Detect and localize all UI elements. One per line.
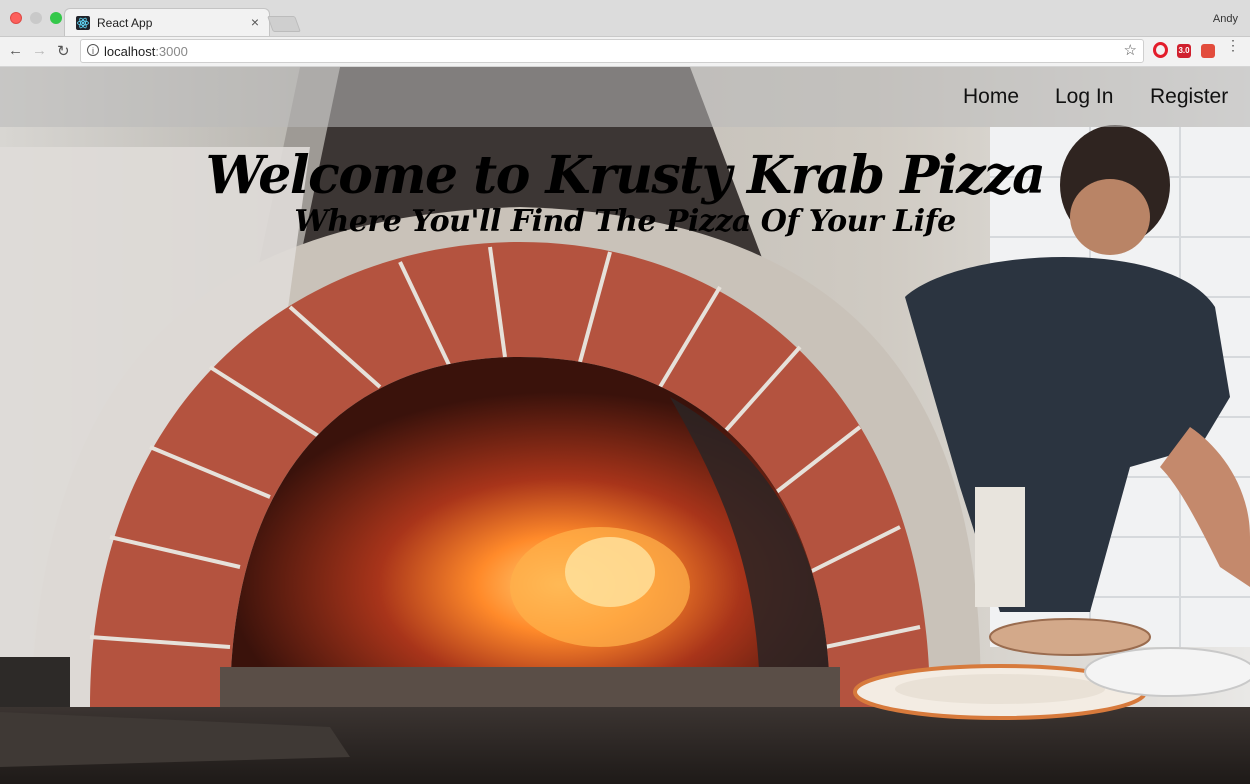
close-window-button[interactable]: [10, 12, 22, 24]
minimize-window-button[interactable]: [30, 12, 42, 24]
url-port: :3000: [155, 44, 188, 59]
profile-name[interactable]: Andy: [1213, 13, 1238, 25]
extension-icon[interactable]: [1201, 44, 1215, 58]
tab-title: React App: [97, 16, 153, 30]
page-subtitle: Where You'll Find The Pizza Of Your Life: [294, 204, 956, 239]
address-bar[interactable]: i localhost:3000 ☆: [80, 39, 1144, 63]
opera-icon[interactable]: [1153, 42, 1168, 58]
url-host: localhost: [104, 44, 156, 59]
url-text: localhost:3000: [104, 44, 188, 59]
react-favicon-icon: [76, 16, 90, 30]
extension-badge-icon[interactable]: 3.0: [1177, 44, 1191, 58]
star-icon[interactable]: ☆: [1124, 41, 1137, 59]
page-content: Home Log In Register Welcome to Krusty K…: [0, 67, 1250, 784]
browser-titlebar: React App × Andy: [0, 0, 1250, 37]
forward-arrow-icon[interactable]: →: [32, 42, 47, 59]
new-tab-button[interactable]: [267, 16, 301, 32]
nav-home-link[interactable]: Home: [963, 85, 1019, 109]
maximize-window-button[interactable]: [50, 12, 62, 24]
menu-dots-icon[interactable]: ⋮: [1226, 38, 1240, 52]
info-icon[interactable]: i: [87, 44, 99, 56]
page-title: Welcome to Krusty Krab Pizza: [205, 145, 1046, 206]
reload-icon[interactable]: ↻: [57, 42, 70, 60]
nav-login-link[interactable]: Log In: [1055, 85, 1113, 109]
nav-register-link[interactable]: Register: [1150, 85, 1228, 109]
back-arrow-icon[interactable]: ←: [8, 42, 23, 59]
top-navbar: Home Log In Register: [0, 67, 1250, 127]
browser-tab[interactable]: React App ×: [64, 8, 270, 36]
browser-toolbar: ← → ↻ i localhost:3000 ☆ 3.0 ⋮: [0, 37, 1250, 67]
tab-close-icon[interactable]: ×: [251, 14, 259, 30]
